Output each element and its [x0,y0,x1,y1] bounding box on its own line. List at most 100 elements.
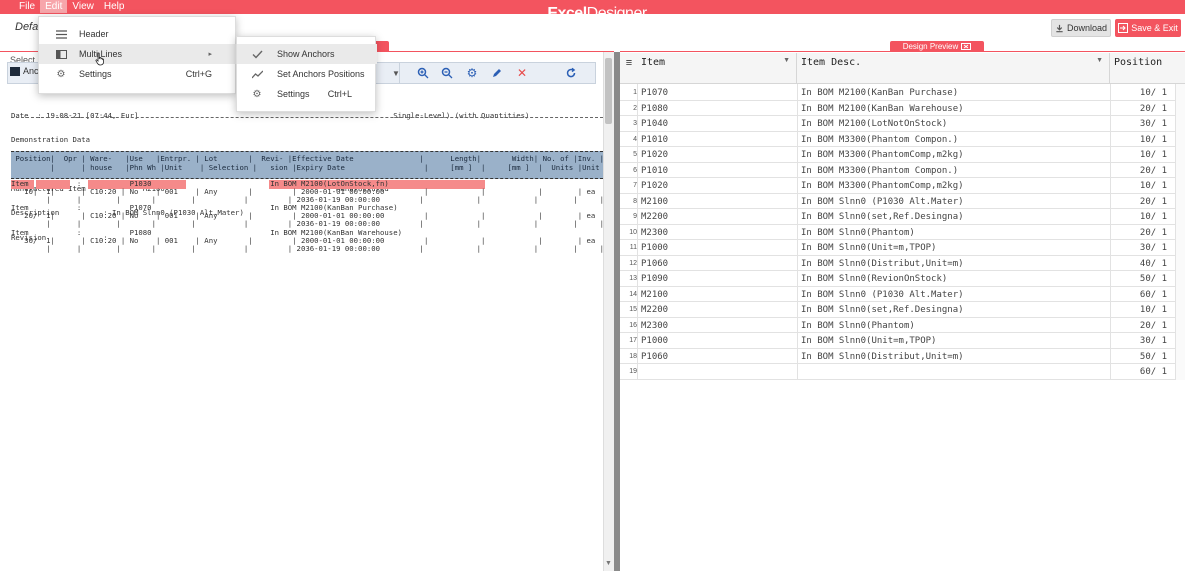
cell-position[interactable]: 20/ 1 [1140,104,1167,114]
column-header-item-desc[interactable]: Item Desc. ▼ [797,53,1110,84]
cell-item[interactable]: M2100 [641,197,668,207]
cell-item[interactable]: P1080 [641,104,668,114]
submenu-item-set-anchors-positions[interactable]: Set Anchors Positions [237,64,377,84]
cell-item[interactable]: P1010 [641,135,668,145]
zoom-in-icon[interactable] [414,64,432,82]
menu-help[interactable]: Help [99,0,130,13]
cell-position[interactable]: 10/ 1 [1140,305,1167,315]
column-header-position[interactable]: Position [1110,53,1185,84]
cell-position[interactable]: 30/ 1 [1140,336,1167,346]
cell-item-desc[interactable]: In BOM M3300(Phantom Compon.) [801,166,958,176]
cell-item-desc[interactable]: In BOM Slnn0(Phantom) [801,321,915,331]
submenu-item-settings[interactable]: ⚙ Settings Ctrl+L [237,84,377,104]
table-row[interactable]: 1 P1070 In BOM M2100(KanBan Purchase) 10/ 1 [620,85,1175,101]
cell-item-desc[interactable]: In BOM Slnn0(Unit=m,TPOP) [801,336,936,346]
menu-view[interactable]: View [67,0,99,13]
cell-position[interactable]: 10/ 1 [1140,135,1167,145]
cell-position[interactable]: 10/ 1 [1140,88,1167,98]
toolbar-dropdown-arrow[interactable]: ▼ [387,64,405,82]
table-row[interactable]: 19 60/ 1 [620,364,1175,380]
close-icon[interactable]: ✕ [513,64,531,82]
menu-item-header[interactable]: Header [39,24,237,44]
scroll-down-arrow-icon[interactable]: ▼ [603,559,614,569]
cell-item-desc[interactable]: In BOM Slnn0(Distribut,Unit=m) [801,259,964,269]
cell-position[interactable]: 30/ 1 [1140,243,1167,253]
left-scrollbar[interactable] [603,52,614,571]
cell-item-desc[interactable]: In BOM Slnn0(set,Ref.Desingna) [801,305,964,315]
cell-position[interactable]: 20/ 1 [1140,228,1167,238]
grid-menu-icon[interactable]: ≡ [622,57,636,69]
cell-position[interactable]: 20/ 1 [1140,166,1167,176]
cell-position[interactable]: 50/ 1 [1140,352,1167,362]
cell-item[interactable]: P1000 [641,243,668,253]
cell-item[interactable]: P1000 [641,336,668,346]
cell-position[interactable]: 10/ 1 [1140,150,1167,160]
chevron-down-icon[interactable]: ▼ [1096,57,1103,64]
menu-item-multi-lines[interactable]: Multi Lines ▸ [39,44,237,64]
table-row[interactable]: 8 M2100 In BOM Slnn0 (P1030 Alt.Mater) 20/ … [620,194,1175,209]
cell-item[interactable]: M2200 [641,305,668,315]
download-button[interactable]: Download [1051,19,1111,37]
table-row[interactable]: 16 M2300 In BOM Slnn0(Phantom) 20/ 1 [620,318,1175,333]
table-row[interactable]: 13 P1090 In BOM Slnn0(RevionOnStock) 50/ 1 [620,271,1175,287]
submenu-item-show-anchors[interactable]: Show Anchors [237,44,377,64]
cell-item-desc[interactable]: In BOM Slnn0(set,Ref.Desingna) [801,212,964,222]
cell-item[interactable]: M2300 [641,228,668,238]
cell-item-desc[interactable]: In BOM Slnn0(Unit=m,TPOP) [801,243,936,253]
save-exit-button[interactable]: Save & Exit [1115,19,1181,37]
cell-item[interactable]: M2100 [641,290,668,300]
cell-item-desc[interactable]: In BOM M2100(LotNotOnStock) [801,119,947,129]
menu-file[interactable]: File [14,0,40,13]
cell-item-desc[interactable]: In BOM M3300(PhantomComp,m2kg) [801,181,964,191]
cell-item-desc[interactable]: In BOM M3300(PhantomComp,m2kg) [801,150,964,160]
cell-item-desc[interactable]: In BOM M3300(Phantom Compon.) [801,135,958,145]
cell-item-desc[interactable]: In BOM Slnn0 (P1030 Alt.Mater) [801,197,964,207]
anchors-dropdown[interactable]: Anc [10,66,39,76]
table-row[interactable]: 7 P1020 In BOM M3300(PhantomComp,m2kg) 10/ … [620,178,1175,194]
cell-position[interactable]: 20/ 1 [1140,321,1167,331]
cell-item[interactable]: M2300 [641,321,668,331]
cell-item-desc[interactable]: In BOM Slnn0(Phantom) [801,228,915,238]
table-row[interactable]: 2 P1080 In BOM M2100(KanBan Warehouse) 20/ … [620,101,1175,116]
zoom-out-icon[interactable] [438,64,456,82]
cell-item-desc[interactable]: In BOM Slnn0 (P1030 Alt.Mater) [801,290,964,300]
cell-item[interactable]: P1020 [641,181,668,191]
cell-position[interactable]: 30/ 1 [1140,119,1167,129]
table-row[interactable]: 9 M2200 In BOM Slnn0(set,Ref.Desingna) 10/ … [620,209,1175,225]
cell-item-desc[interactable]: In BOM M2100(KanBan Warehouse) [801,104,964,114]
cell-item[interactable]: P1090 [641,274,668,284]
cell-position[interactable]: 60/ 1 [1140,290,1167,300]
chevron-down-icon[interactable]: ▼ [783,57,790,64]
table-row[interactable]: 5 P1020 In BOM M3300(PhantomComp,m2kg) 10/ … [620,147,1175,163]
column-header-item[interactable]: Item ▼ [637,53,797,84]
table-row[interactable]: 10 M2300 In BOM Slnn0(Phantom) 20/ 1 [620,225,1175,240]
cell-item[interactable]: P1010 [641,166,668,176]
grid-scrollbar[interactable] [1175,84,1185,380]
cell-position[interactable]: 50/ 1 [1140,274,1167,284]
cell-item[interactable]: P1060 [641,259,668,269]
cell-position[interactable]: 60/ 1 [1140,367,1167,377]
table-row[interactable]: 11 P1000 In BOM Slnn0(Unit=m,TPOP) 30/ 1 [620,240,1175,256]
table-row[interactable]: 6 P1010 In BOM M3300(Phantom Compon.) 20/ 1 [620,163,1175,178]
cell-item[interactable]: M2200 [641,212,668,222]
cell-position[interactable]: 20/ 1 [1140,197,1167,207]
table-row[interactable]: 12 P1060 In BOM Slnn0(Distribut,Unit=m) 40/… [620,256,1175,271]
cell-item[interactable]: P1070 [641,88,668,98]
settings-gear-icon[interactable]: ⚙ [463,64,481,82]
table-row[interactable]: 3 P1040 In BOM M2100(LotNotOnStock) 30/ 1 [620,116,1175,132]
left-scrollbar-thumb[interactable] [605,58,612,124]
table-row[interactable]: 4 P1010 In BOM M3300(Phantom Compon.) 10/ 1 [620,132,1175,147]
design-preview-tab[interactable]: Design Preview [890,41,984,52]
cell-position[interactable]: 10/ 1 [1140,212,1167,222]
table-row[interactable]: 15 M2200 In BOM Slnn0(set,Ref.Desingna) 10/… [620,302,1175,318]
edit-pencil-icon[interactable] [488,64,506,82]
cell-item-desc[interactable]: In BOM Slnn0(RevionOnStock) [801,274,947,284]
table-row[interactable]: 17 P1000 In BOM Slnn0(Unit=m,TPOP) 30/ 1 [620,333,1175,349]
refresh-icon[interactable] [562,64,580,82]
menu-item-settings[interactable]: ⚙ Settings Ctrl+G [39,64,237,84]
cell-item[interactable]: P1040 [641,119,668,129]
table-row[interactable]: 18 P1060 In BOM Slnn0(Distribut,Unit=m) 50/… [620,349,1175,364]
cell-item-desc[interactable]: In BOM Slnn0(Distribut,Unit=m) [801,352,964,362]
cell-position[interactable]: 10/ 1 [1140,181,1167,191]
cell-position[interactable]: 40/ 1 [1140,259,1167,269]
